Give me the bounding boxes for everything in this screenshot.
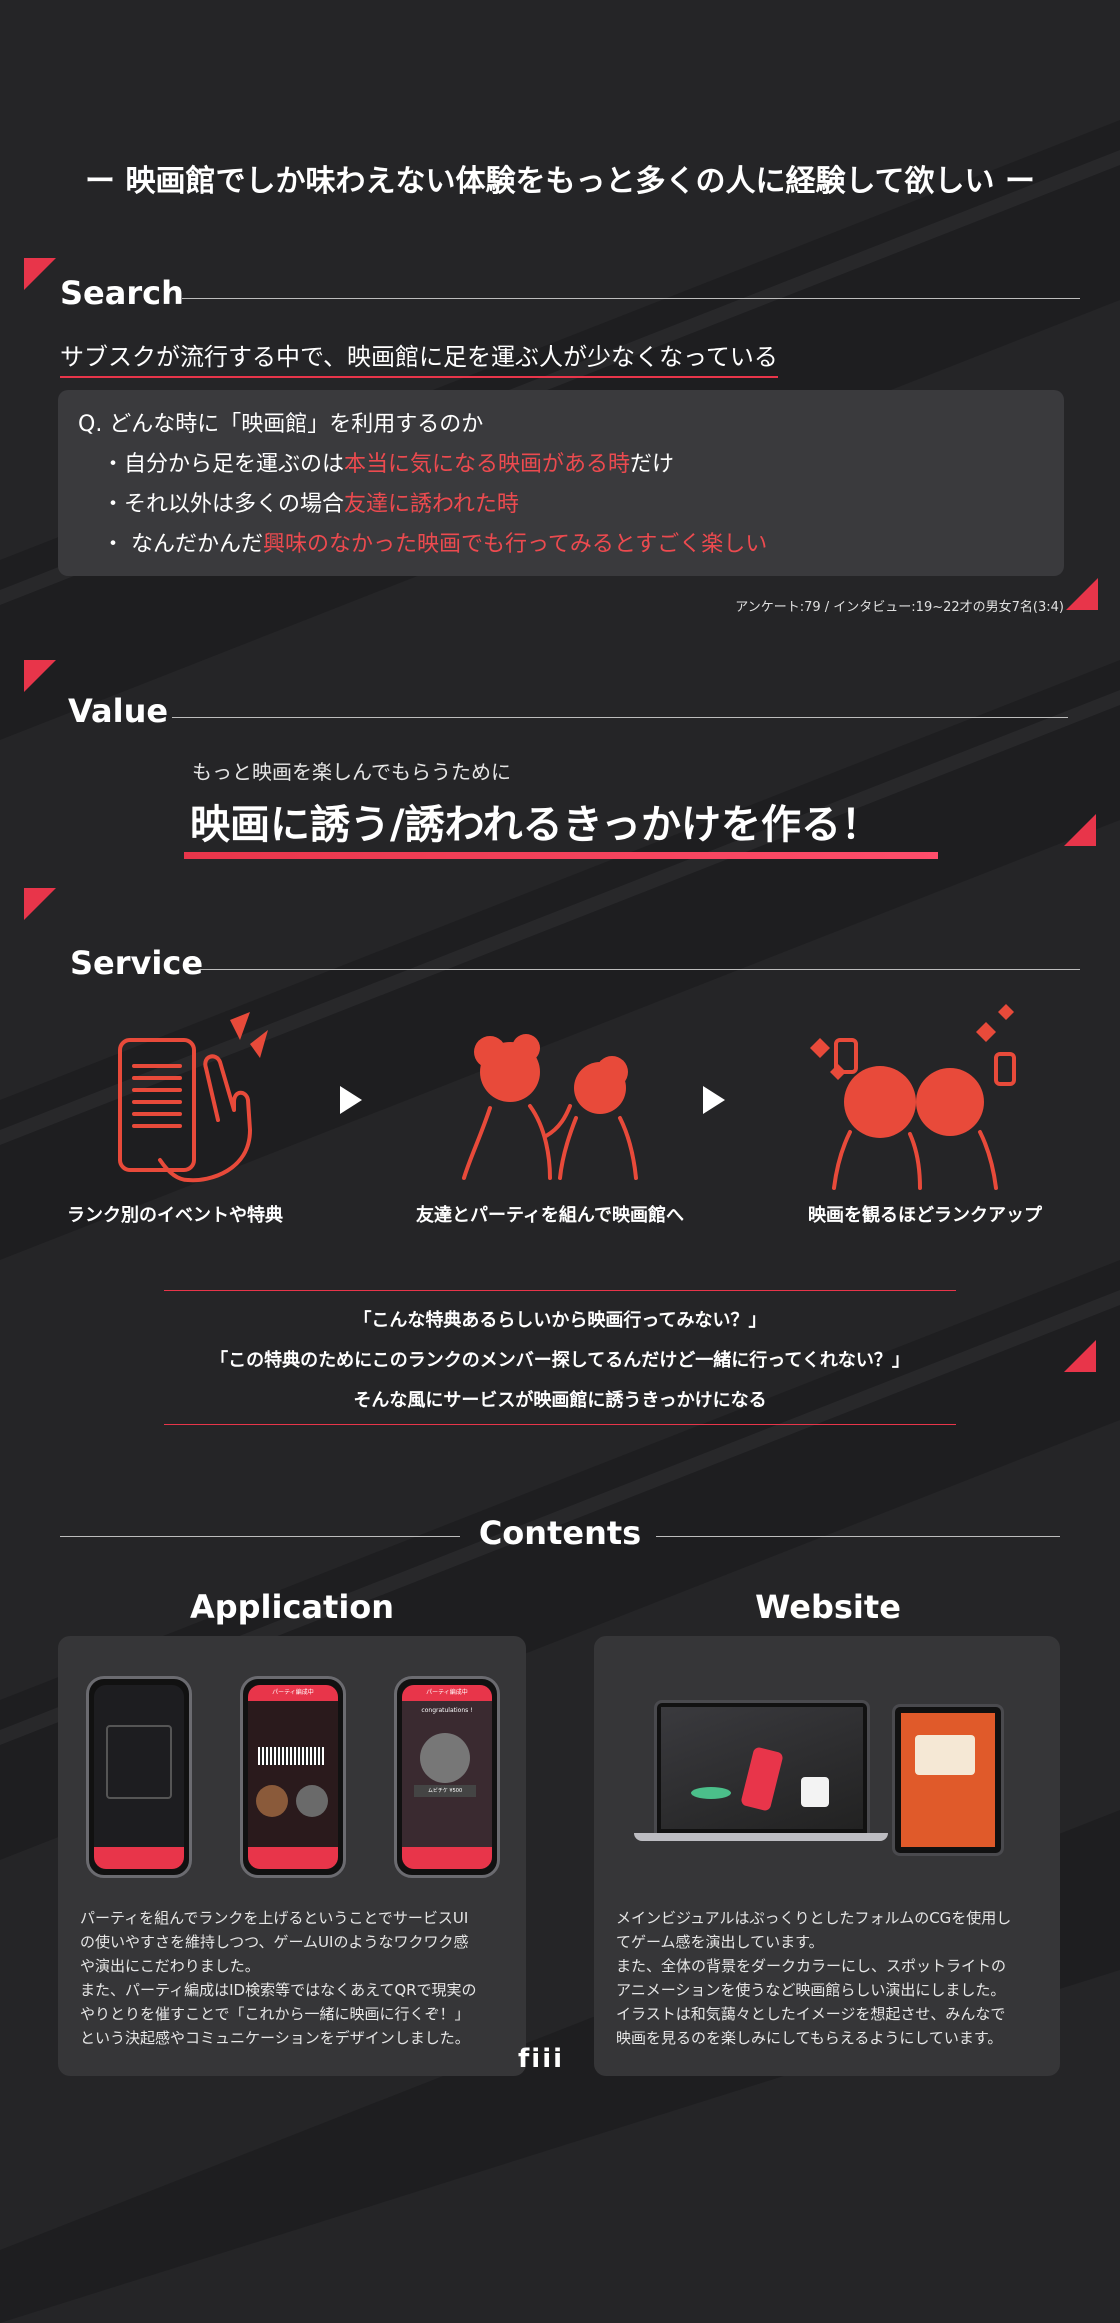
application-panel: パーティ編成中 パーティ編成中 congratulations ! ムビチケ ¥… [58,1636,526,2076]
accent-triangle [24,258,56,290]
survey-answer: ・自分から足を運ぶのは本当に気になる映画がある時だけ [102,452,675,477]
phone-hand-icon [118,1012,268,1183]
website-panel: メインビジュアルはぷっくりとしたフォルムのCGを使用し てゲーム感を演出していま… [594,1636,1060,2076]
service-step-label: ランク別のイベントや特典 [67,1205,283,1226]
survey-source: アンケート:79 / インタビュー:19~22才の男女7名(3:4) [735,600,1064,615]
accent-triangle [1064,814,1096,846]
search-heading-rule [182,298,1080,299]
application-title: Application [189,1588,395,1626]
value-underline [184,852,938,859]
contents-heading: Contents [478,1514,642,1552]
app-screenshot-phone: パーティ編成中 [240,1676,346,1878]
quote-line: 「この特典のためにこのランクのメンバー探してるんだけど一緒に行ってくれない？」 [210,1350,910,1371]
laptop-mockup [654,1700,870,1836]
celebrate-icon [810,1004,1016,1190]
quote-summary: そんな風にサービスが映画館に誘うきっかけになる [353,1390,767,1411]
tablet-mockup [892,1704,1004,1856]
survey-answer: ・それ以外は多くの場合友達に誘われた時 [102,492,519,517]
website-description: メインビジュアルはぷっくりとしたフォルムのCGを使用し てゲーム感を演出していま… [616,1909,1012,2047]
friends-icon [462,1034,638,1180]
service-heading-rule [200,969,1080,970]
survey-answer: ・ なんだかんだ興味のなかった映画でも行ってみるとすごく楽しい [102,532,768,557]
accent-triangle [24,660,56,692]
laptop-base [634,1833,888,1841]
quote-line: 「こんな特典あるらしいから映画行ってみない？」 [353,1310,767,1331]
next-arrow-icon [340,1086,362,1114]
app-screenshot-phone: パーティ編成中 congratulations ! ムビチケ ¥500 [394,1676,500,1878]
accent-triangle [1064,1340,1096,1372]
service-step-label: 映画を観るほどランクアップ [808,1205,1042,1226]
fiii-logo: fiii [518,2044,565,2074]
phone-text: congratulations ! [421,1707,473,1714]
service-heading: Service [70,944,204,982]
phone-title: パーティ編成中 [402,1685,492,1701]
accent-triangle [24,888,56,920]
value-main: 映画に誘う/誘われるきっかけを作る！ [190,802,882,848]
tagline: ー 映画館でしか味わえない体験をもっと多くの人に経験して欲しい ー [85,164,1035,199]
quote-bottom-rule [164,1424,956,1425]
service-step-label: 友達とパーティを組んで映画館へ [415,1205,685,1226]
value-heading-rule [172,717,1068,718]
search-lead: サブスクが流行する中で、映画館に足を運ぶ人が少なくなっている [60,337,778,378]
survey-question: Q. どんな時に「映画館」を利用するのか [78,412,484,437]
accent-triangle [1066,578,1098,610]
contents-rule-right [656,1536,1060,1537]
search-survey-panel: Q. どんな時に「映画館」を利用するのか ・自分から足を運ぶのは本当に気になる映… [58,390,1064,576]
website-title: Website [755,1588,901,1626]
next-arrow-icon [703,1086,725,1114]
value-sub: もっと映画を楽しんでもらうために [192,760,511,784]
phone-title: パーティ編成中 [248,1685,338,1701]
phone-text: ムビチケ ¥500 [414,1785,476,1797]
search-heading: Search [60,274,184,312]
quote-top-rule [164,1290,956,1291]
value-heading: Value [68,692,169,730]
app-screenshot-phone [86,1676,192,1878]
application-description: パーティを組んでランクを上げるということでサービスUI の使いやすさを維持しつつ… [80,1909,477,2047]
